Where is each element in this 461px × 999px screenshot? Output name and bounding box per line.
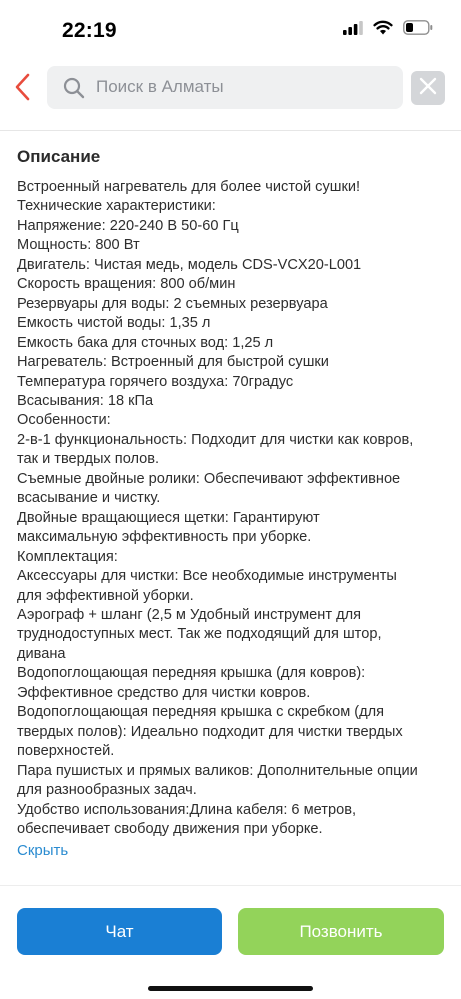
description-line: Температура горячего воздуха: 70градус — [17, 373, 294, 390]
description-line: Двигатель: Чистая медь, модель CDS-VCX20… — [17, 256, 362, 273]
description-line: Удобство использования:Длина кабеля: 6 м… — [17, 801, 356, 818]
description-line: всасывание и чистку. — [17, 490, 161, 507]
chevron-left-icon — [14, 73, 32, 106]
battery-icon — [403, 20, 433, 40]
home-indicator — [148, 986, 313, 991]
description-line: поверхностей. — [17, 743, 115, 760]
cellular-signal-icon — [343, 20, 363, 40]
search-icon — [63, 77, 85, 104]
back-button[interactable] — [8, 70, 38, 108]
collapse-description-link[interactable]: Скрыть — [17, 842, 68, 859]
description-line: Водопоглощающая передняя крышка (для ков… — [17, 665, 366, 682]
description-line: Резервуары для воды: 2 съемных резервуар… — [17, 295, 328, 312]
chat-button[interactable]: Чат — [17, 908, 222, 955]
description-line: Всасывания: 18 кПа — [17, 392, 154, 409]
description-body: Встроенный нагреватель для более чистой … — [17, 178, 449, 839]
description-line: твердых полов): Идеально подходит для чи… — [17, 723, 403, 740]
description-line: Емкость бака для сточных вод: 1,25 л — [17, 334, 274, 351]
call-button[interactable]: Позвонить — [238, 908, 444, 955]
description-line: Особенности: — [17, 412, 111, 429]
search-placeholder: Поиск в Алматы — [96, 77, 224, 96]
header-divider — [0, 130, 461, 131]
description-line: Пара пушистых и прямых валиков: Дополнит… — [17, 762, 418, 779]
description-line: Нагреватель: Встроенный для быстрой сушк… — [17, 354, 329, 371]
description-line: Комплектация: — [17, 548, 118, 565]
description-line: дивана — [17, 645, 66, 662]
close-icon — [419, 77, 437, 100]
description-line: Двойные вращающиеся щетки: Гарантируют — [17, 509, 320, 526]
description-line: Мощность: 800 Вт — [17, 237, 140, 254]
description-line: труднодоступных мест. Так же подходящий … — [17, 626, 382, 643]
bottom-action-bar: Чат Позвонить — [0, 885, 461, 999]
wifi-icon — [373, 20, 393, 40]
description-line: для разнообразных задач. — [17, 782, 197, 799]
search-header: Поиск в Алматы — [0, 60, 461, 130]
description-title: Описание — [17, 147, 101, 166]
description-line: Встроенный нагреватель для более чистой … — [17, 179, 361, 195]
clear-search-button[interactable] — [411, 71, 445, 105]
listing-page: 22:19 Поиск в Алматы Описание Встроенный… — [0, 0, 461, 999]
description-line: Скорость вращения: 800 об/мин — [17, 276, 236, 293]
description-line: обеспечивает свободу движения при уборке… — [17, 820, 323, 837]
description-line: Аэрограф + шланг (2,5 м Удобный инструме… — [17, 606, 362, 623]
description-line: для эффективной уборки. — [17, 587, 194, 604]
status-time: 22:19 — [62, 19, 117, 42]
description-line: Технические характеристики: — [17, 198, 216, 215]
description-line: Съемные двойные ролики: Обеспечивают эфф… — [17, 470, 401, 487]
description-line: 2-в-1 функциональность: Подходит для чис… — [17, 431, 414, 448]
description-line: максимальную эффективность при уборке. — [17, 529, 312, 546]
description-line: так и твердых полов. — [17, 451, 160, 468]
description-line: Аксессуары для чистки: Все необходимые и… — [17, 568, 397, 585]
status-bar: 22:19 — [0, 0, 461, 60]
status-icons — [343, 20, 433, 40]
search-input[interactable]: Поиск в Алматы — [47, 66, 403, 109]
description-line: Водопоглощающая передняя крышка с скребк… — [17, 704, 385, 721]
description-line: Емкость чистой воды: 1,35 л — [17, 315, 211, 332]
description-line: Напряжение: 220-240 В 50-60 Гц — [17, 217, 239, 234]
description-line: Эффективное средство для чистки ковров. — [17, 684, 311, 701]
